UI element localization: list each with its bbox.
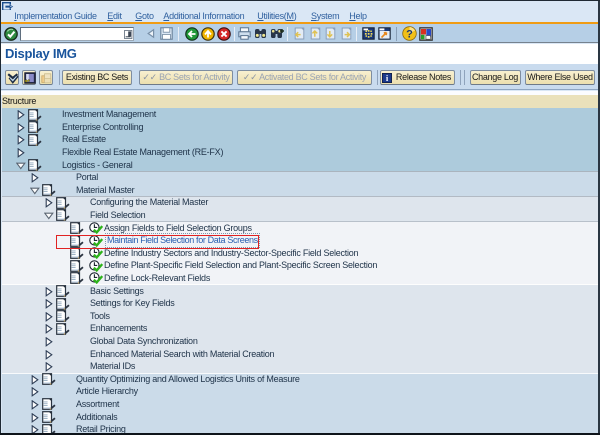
svg-text:?: ? bbox=[406, 29, 413, 41]
